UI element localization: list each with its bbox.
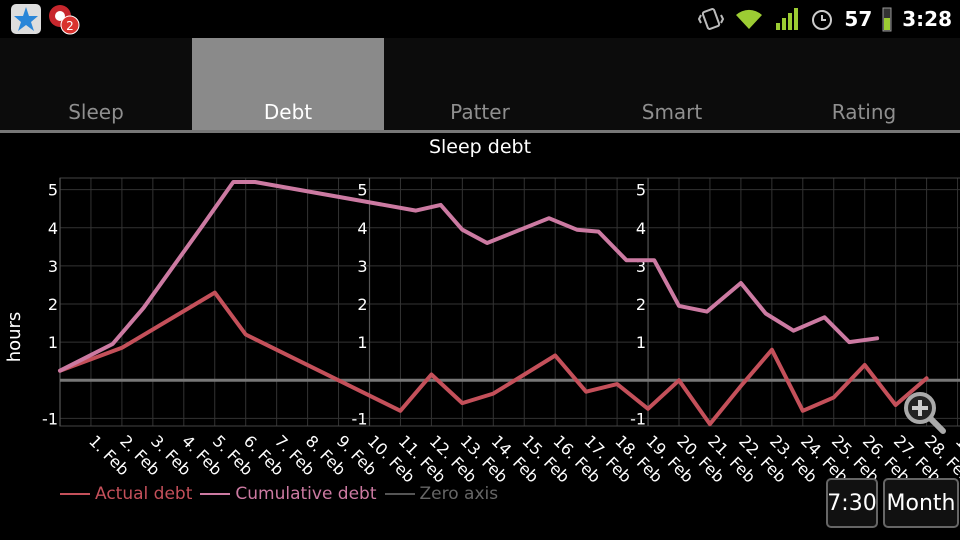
y-tick-label: 2 xyxy=(48,295,58,314)
y-tick-label: 4 xyxy=(636,219,646,238)
y-tick-label: 5 xyxy=(636,181,646,200)
y-tick-label: -1 xyxy=(352,409,368,428)
legend-zero-axis: Zero axis xyxy=(384,484,499,504)
y-tick-label: 1 xyxy=(357,333,367,352)
y-tick-label: 1 xyxy=(636,333,646,352)
y-axis-label: hours xyxy=(4,312,25,363)
legend-label-zero: Zero axis xyxy=(419,484,499,504)
y-tick-label: 2 xyxy=(636,295,646,314)
legend-label-cumulative: Cumulative debt xyxy=(235,484,377,504)
sleep-debt-chart[interactable]: 54321-154321-154321-1hours1. Feb2. Feb3.… xyxy=(0,0,960,540)
y-tick-label: 2 xyxy=(357,295,367,314)
y-tick-label: 4 xyxy=(357,219,367,238)
y-tick-label: -1 xyxy=(630,409,646,428)
period-month-button[interactable]: Month xyxy=(883,478,959,528)
y-tick-label: 3 xyxy=(48,257,58,276)
chart-legend: Actual debt Cumulative debt Zero axis xyxy=(60,484,498,504)
plot-frame xyxy=(59,177,960,427)
y-tick-label: -1 xyxy=(42,409,58,428)
y-tick-label: 3 xyxy=(357,257,367,276)
legend-swatch-cumulative xyxy=(200,493,231,495)
legend-actual-debt: Actual debt xyxy=(60,484,192,504)
y-tick-label: 5 xyxy=(357,181,367,200)
y-tick-label: 5 xyxy=(48,181,58,200)
legend-label-actual: Actual debt xyxy=(95,484,193,504)
legend-swatch-zero xyxy=(384,493,415,495)
legend-cumulative-debt: Cumulative debt xyxy=(200,484,377,504)
target-time-button[interactable]: 7:30 xyxy=(826,478,878,528)
zoom-in-icon[interactable] xyxy=(900,388,948,436)
y-tick-label: 1 xyxy=(48,333,58,352)
legend-swatch-actual xyxy=(60,493,90,495)
y-tick-label: 4 xyxy=(48,219,58,238)
